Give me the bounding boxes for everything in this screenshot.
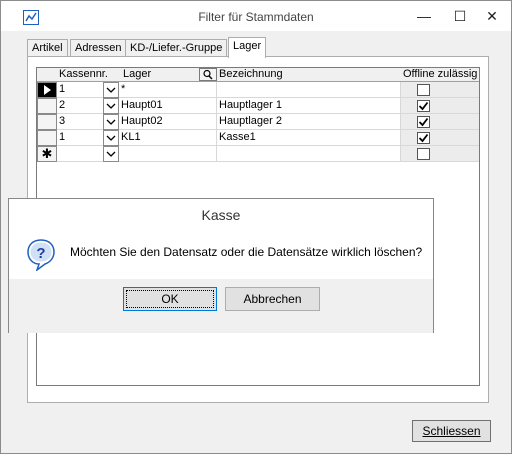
cell-offline [401,130,479,146]
kassennr-dropdown[interactable] [103,146,119,162]
tab-kd-liefer-gruppe[interactable]: KD-/Liefer.-Gruppe [125,39,228,57]
kassennr-dropdown[interactable] [103,98,119,114]
close-window-button[interactable]: ✕ [475,1,509,31]
dialog-footer: OK Abbrechen [9,279,433,333]
cell-offline [401,82,479,98]
cell-lager[interactable]: KL1 [119,130,217,146]
offline-checkbox[interactable] [417,132,430,144]
table-row[interactable]: 1 * [37,82,479,98]
schliessen-button[interactable]: Schliessen [412,420,491,442]
lookup-search-button[interactable] [199,68,217,81]
title-bar: Filter für Stammdaten — ☐ ✕ [1,1,511,31]
row-indicator[interactable] [37,98,57,114]
cell-bezeichnung[interactable] [217,82,401,98]
kassennr-dropdown[interactable] [103,130,119,146]
offline-checkbox[interactable] [417,148,430,160]
checkmark-icon [418,117,429,127]
abbrechen-button[interactable]: Abbrechen [225,287,320,311]
offline-checkbox[interactable] [417,100,430,112]
new-row-indicator[interactable]: ✱ [37,146,57,162]
cell-bezeichnung[interactable]: Hauptlager 1 [217,98,401,114]
cell-offline [401,114,479,130]
tab-lager[interactable]: Lager [228,37,267,58]
cell-bezeichnung[interactable]: Hauptlager 2 [217,114,401,130]
column-header-offline[interactable]: Offline zulässig [401,68,479,82]
cell-bezeichnung[interactable] [217,146,401,162]
magnifier-icon [203,69,213,80]
svg-text:?: ? [36,245,45,262]
ok-button[interactable]: OK [123,287,217,311]
question-icon: ? [27,239,55,271]
kassennr-dropdown[interactable] [103,114,119,130]
offline-checkbox[interactable] [417,84,430,96]
cell-offline [401,146,479,162]
table-row[interactable]: 2 Haupt01 Hauptlager 1 [37,98,479,114]
chevron-down-icon [106,87,116,93]
row-indicator[interactable] [37,114,57,130]
cell-kassennr[interactable]: 1 [57,130,105,146]
dialog-message: Möchten Sie den Datensatz oder die Daten… [70,245,423,259]
cell-lager[interactable]: Haupt02 [119,114,217,130]
grid-corner-header [37,68,57,82]
minimize-button[interactable]: — [407,1,441,31]
dialog-title: Kasse [201,207,241,223]
column-header-bezeichnung[interactable]: Bezeichnung [217,68,401,82]
chevron-down-icon [106,119,116,125]
column-header-lager[interactable]: Lager [121,68,217,82]
cell-offline [401,98,479,114]
cell-lager[interactable]: Haupt01 [119,98,217,114]
chevron-down-icon [106,135,116,141]
chevron-down-icon [106,151,116,157]
cell-bezeichnung[interactable]: Kasse1 [217,130,401,146]
offline-checkbox[interactable] [417,116,430,128]
cell-kassennr[interactable]: 1 [57,82,105,98]
table-row[interactable]: 3 Haupt02 Hauptlager 2 [37,114,479,130]
column-header-lager-label: Lager [123,68,152,80]
column-header-kassennr[interactable]: Kassennr. [57,68,121,82]
row-indicator[interactable] [37,130,57,146]
checkmark-icon [418,101,429,111]
checkmark-icon [418,133,429,143]
cell-kassennr[interactable] [57,146,105,162]
maximize-button[interactable]: ☐ [443,1,477,31]
cell-kassennr[interactable]: 3 [57,114,105,130]
cell-lager[interactable] [119,146,217,162]
chevron-down-icon [106,103,116,109]
row-indicator[interactable] [37,82,57,98]
tab-artikel[interactable]: Artikel [27,39,68,57]
new-table-row[interactable]: ✱ [37,146,479,162]
tab-adressen[interactable]: Adressen [70,39,127,57]
cell-kassennr[interactable]: 2 [57,98,105,114]
table-row[interactable]: 1 KL1 Kasse1 [37,130,479,146]
cell-lager[interactable]: * [119,82,217,98]
confirm-dialog: Kasse ? Möchten Sie den Datensatz oder d… [8,198,434,333]
kassennr-dropdown[interactable] [103,82,119,98]
current-row-arrow-icon [44,85,51,95]
